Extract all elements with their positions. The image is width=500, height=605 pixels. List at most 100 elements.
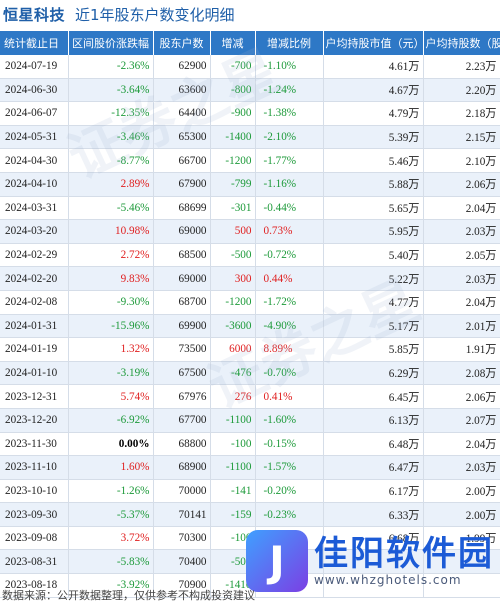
table-row[interactable]: 2023-12-20 -6.92% 67700 -1100 -1.60% 6.13万 2.0…	[0, 408, 500, 433]
cell-holders: 67976	[153, 384, 211, 409]
cell-change: -700	[210, 55, 256, 79]
cell-change-ratio: -1.57%	[255, 455, 324, 480]
table-row[interactable]: 2024-02-29 2.72% 68500 -500 -0.72% 5.40万 2.05万	[0, 243, 500, 268]
cell-change-ratio: 8.89%	[255, 337, 324, 362]
cell-change-ratio: -1.10%	[255, 55, 324, 79]
cell-avg-shares: 2.03万	[423, 219, 500, 244]
cell-avg-shares: 2.01万	[423, 314, 500, 339]
cell-change-ratio: 0.44%	[255, 266, 324, 291]
column-header-avg-value[interactable]: 户均持股市值（元）	[323, 31, 425, 55]
cell-holders: 68700	[153, 290, 211, 315]
cell-change-ratio: 0.41%	[255, 384, 324, 409]
column-header-holders[interactable]: 股东户数	[153, 31, 211, 55]
cell-holders: 67700	[153, 408, 211, 433]
cell-holders: 69000	[153, 219, 211, 244]
table-row[interactable]: 2024-03-20 10.98% 69000 500 0.73% 5.95万 2.03万	[0, 219, 500, 244]
table-row[interactable]: 2024-01-10 -3.19% 67500 -476 -0.70% 6.29万 2.08…	[0, 361, 500, 386]
table-row[interactable]: 2024-01-31 -15.96% 69900 -3600 -4.90% 5.17万 2.…	[0, 314, 500, 339]
cell-avg-shares: 2.04万	[423, 432, 500, 457]
table-row[interactable]: 2024-05-31 -3.46% 65300 -1400 -2.10% 5.39万 2.1…	[0, 125, 500, 150]
cell-avg-value: 4.77万	[323, 290, 424, 315]
cell-avg-value: 6.48万	[323, 432, 424, 457]
cell-change: -800	[210, 78, 256, 103]
cell-avg-shares: 2.04万	[423, 290, 500, 315]
cell-avg-shares: 2.03万	[423, 266, 500, 291]
cell-change: -141	[210, 479, 256, 504]
cell-holders: 70400	[153, 549, 211, 575]
cell-avg-value: 4.67万	[323, 78, 424, 103]
cell-change-ratio: -0.15%	[255, 432, 324, 457]
cell-change: -476	[210, 361, 256, 386]
cell-change-ratio: -0.44%	[255, 196, 324, 221]
cell-avg-shares: 2.04万	[423, 196, 500, 221]
cell-date: 2023-11-10	[0, 455, 69, 480]
cell-change: -3600	[210, 314, 256, 339]
cell-avg-value: 5.95万	[323, 219, 424, 244]
cell-change-ratio: -0.72%	[255, 243, 324, 268]
cell-avg-value: 4.79万	[323, 101, 424, 126]
logo-name: 佳阳软件园	[314, 534, 494, 574]
cell-avg-shares: 1.91万	[423, 337, 500, 362]
cell-holders: 64400	[153, 101, 211, 126]
table-row[interactable]: 2024-07-19 -2.36% 62900 -700 -1.10% 4.61万 2.23…	[0, 55, 500, 79]
table-row[interactable]: 2024-03-31 -5.46% 68699 -301 -0.44% 5.65万 2.04…	[0, 196, 500, 221]
cell-date: 2024-04-10	[0, 172, 69, 197]
column-header-change[interactable]: 增减	[210, 31, 256, 55]
cell-avg-shares: 2.07万	[423, 408, 500, 433]
cell-price-change: -2.36%	[68, 55, 154, 79]
cell-date: 2024-02-20	[0, 266, 69, 291]
table-row[interactable]: 2024-06-30 -3.64% 63600 -800 -1.24% 4.67万 2.20…	[0, 78, 500, 103]
cell-avg-value: 5.39万	[323, 125, 424, 150]
table-row[interactable]: 2024-02-20 9.83% 69000 300 0.44% 5.22万 2.03万	[0, 266, 500, 291]
cell-date: 2024-06-30	[0, 78, 69, 103]
cell-holders: 67900	[153, 172, 211, 197]
table-row[interactable]: 2024-04-30 -8.77% 66700 -1200 -1.77% 5.46万 2.1…	[0, 148, 500, 173]
cell-avg-shares: 2.15万	[423, 125, 500, 150]
cell-date: 2024-03-20	[0, 219, 69, 244]
cell-date: 2024-03-31	[0, 196, 69, 221]
cell-change: -1200	[210, 148, 256, 173]
column-header-date[interactable]: 统计截止日	[0, 31, 69, 55]
cell-change: 300	[210, 266, 256, 291]
cell-holders: 70141	[153, 502, 211, 527]
cell-date: 2024-01-31	[0, 314, 69, 339]
cell-price-change: 3.72%	[68, 526, 154, 551]
table-row[interactable]: 2024-02-08 -9.30% 68700 -1200 -1.72% 4.77万 2.0…	[0, 290, 500, 315]
table-row[interactable]: 2024-04-10 2.89% 67900 -799 -1.16% 5.88万 2.06万	[0, 172, 500, 197]
cell-change: -900	[210, 101, 256, 126]
cell-price-change: -3.46%	[68, 125, 154, 150]
logo-url: www.whzghotels.com	[314, 573, 462, 587]
table-header-row: 统计截止日 区间股价涨跌幅 股东户数 增减 增减比例 户均持股市值（元） 户均持…	[0, 31, 500, 55]
cell-avg-value: 5.65万	[323, 196, 424, 221]
table-row[interactable]: 2023-11-10 1.60% 68900 -1100 -1.57% 6.47万 2.03…	[0, 455, 500, 480]
column-header-price-change[interactable]: 区间股价涨跌幅	[68, 31, 154, 55]
cell-change-ratio: -2.10%	[255, 125, 324, 150]
cell-avg-shares: 2.10万	[423, 148, 500, 173]
cell-change: -500	[210, 243, 256, 268]
column-header-change-ratio[interactable]: 增减比例	[255, 31, 324, 55]
data-source-note: 数据来源：公开数据整理，仅供参考不构成投资建议	[2, 589, 255, 602]
cell-price-change: 1.32%	[68, 337, 154, 362]
header: 恒星科技 近1年股东户数变化明细	[0, 0, 500, 28]
table-row[interactable]: 2023-10-10 -1.26% 70000 -141 -0.20% 6.17万 2.00…	[0, 479, 500, 504]
cell-date: 2024-06-07	[0, 101, 69, 126]
cell-avg-value: 5.46万	[323, 148, 424, 173]
column-header-avg-shares[interactable]: 户均持股数（股）	[423, 31, 500, 55]
cell-price-change: 10.98%	[68, 219, 154, 244]
cell-avg-shares: 2.08万	[423, 361, 500, 386]
cell-change: -1400	[210, 125, 256, 150]
cell-change-ratio: -4.90%	[255, 314, 324, 339]
table-row[interactable]: 2023-12-31 5.74% 67976 276 0.41% 6.45万 2.06万	[0, 384, 500, 409]
table-row[interactable]: 2024-06-07 -12.35% 64400 -900 -1.38% 4.79万 2.1…	[0, 101, 500, 126]
cell-price-change: -15.96%	[68, 314, 154, 339]
cell-avg-value: 5.85万	[323, 337, 424, 362]
table-row[interactable]: 2024-01-19 1.32% 73500 6000 8.89% 5.85万 1.91万	[0, 337, 500, 362]
cell-price-change: 2.72%	[68, 243, 154, 268]
cell-change: -1100	[210, 455, 256, 480]
cell-price-change: -5.46%	[68, 196, 154, 221]
table-row[interactable]: 2023-11-30 0.00% 68800 -100 -0.15% 6.48万 2.04万	[0, 432, 500, 457]
cell-change: 6000	[210, 337, 256, 362]
cell-holders: 70000	[153, 479, 211, 504]
logo-badge-icon: J	[246, 530, 308, 592]
cell-avg-shares: 2.06万	[423, 172, 500, 197]
